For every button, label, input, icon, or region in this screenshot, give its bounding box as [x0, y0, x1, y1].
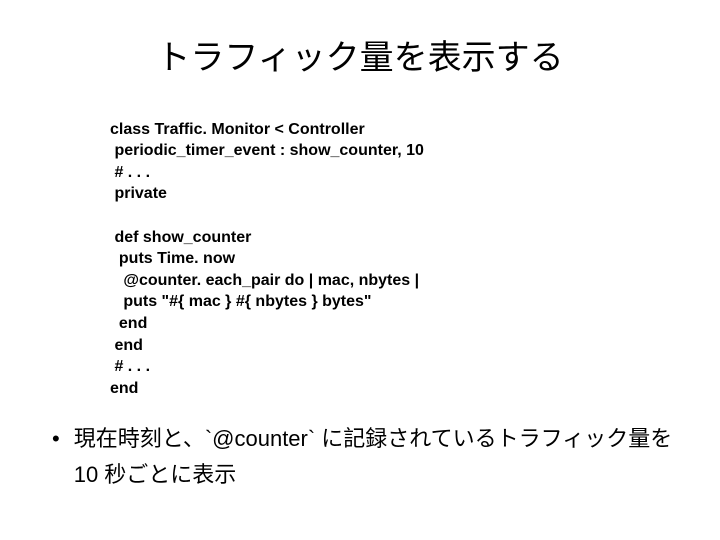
slide-title: トラフィック量を表示する	[40, 30, 680, 79]
code-line: end	[110, 315, 147, 332]
code-line: @counter. each_pair do | mac, nbytes |	[110, 272, 419, 289]
bullet-dot-icon: •	[52, 421, 60, 456]
code-line: end	[110, 380, 138, 397]
code-line: class Traffic. Monitor < Controller	[110, 121, 365, 138]
code-line: # . . .	[110, 164, 150, 181]
bullet-text: 現在時刻と、`@counter` に記録されているトラフィック量を 10 秒ごと…	[74, 421, 680, 491]
code-line: end	[110, 337, 143, 354]
code-line: # . . .	[110, 358, 150, 375]
code-block: class Traffic. Monitor < Controller peri…	[110, 97, 680, 399]
code-line: periodic_timer_event : show_counter, 10	[110, 142, 424, 159]
bullet-list: • 現在時刻と、`@counter` に記録されているトラフィック量を 10 秒…	[48, 421, 680, 491]
code-line: puts "#{ mac } #{ nbytes } bytes"	[110, 293, 372, 310]
bullet-item: • 現在時刻と、`@counter` に記録されているトラフィック量を 10 秒…	[48, 421, 680, 491]
code-line: def show_counter	[110, 229, 251, 246]
slide: トラフィック量を表示する class Traffic. Monitor < Co…	[0, 0, 720, 512]
code-line: private	[110, 185, 167, 202]
code-line: puts Time. now	[110, 250, 235, 267]
